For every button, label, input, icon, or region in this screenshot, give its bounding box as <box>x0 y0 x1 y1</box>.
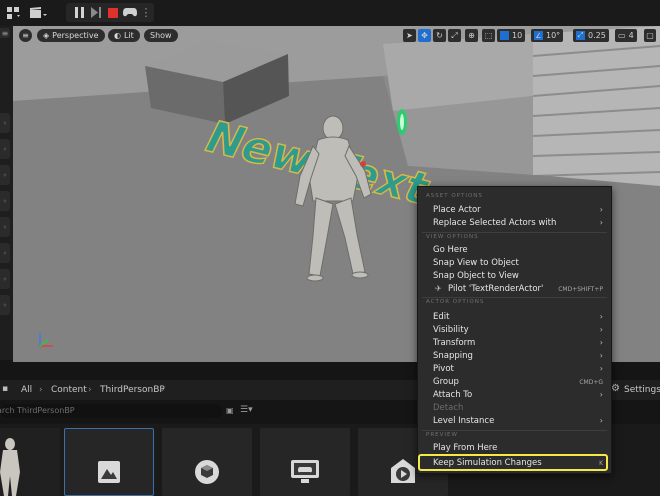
lit-button[interactable]: ◐ Lit <box>108 29 140 42</box>
surface-snap-icon[interactable]: ⬚ <box>482 29 495 42</box>
save-search-icon[interactable]: ▣ <box>226 406 234 415</box>
viewport-menu-icon[interactable]: ≡ <box>19 29 32 42</box>
filter-icon[interactable]: ☰▾ <box>240 405 253 415</box>
menu-item-snap-object-to-view[interactable]: Snap Object to View <box>433 271 519 281</box>
cube-icon <box>195 460 219 484</box>
maximize-icon[interactable]: ▢ <box>644 29 656 42</box>
divider <box>422 297 607 298</box>
menu-item-snapping[interactable]: Snapping <box>433 351 473 361</box>
chevron-right-icon: › <box>599 364 603 373</box>
texture-icon <box>98 461 120 483</box>
airplane-icon: ✈ <box>435 284 442 293</box>
skip-frame-icon[interactable] <box>89 4 103 21</box>
chevron-right-icon: › <box>599 416 603 425</box>
menu-item-attach-to[interactable]: Attach To <box>433 390 472 400</box>
scale-icon[interactable]: ⤢ <box>448 29 461 42</box>
chevron-right-icon: › <box>599 338 603 347</box>
menu-item-edit[interactable]: Edit <box>433 312 449 322</box>
content-drawer-icon[interactable] <box>2 4 26 21</box>
select-mode-icon[interactable]: ➤ <box>403 29 416 42</box>
section-header-preview: PREVIEW <box>426 432 458 438</box>
search-placeholder: Search ThirdPersonBP <box>0 406 75 415</box>
lit-icon: ◐ <box>114 31 121 40</box>
content-search-input[interactable]: Search ThirdPersonBP <box>0 404 222 418</box>
folder-icon[interactable]: ▪ <box>2 384 8 394</box>
mode-button[interactable]: ◦ <box>0 295 10 315</box>
mode-button[interactable]: ◦ <box>0 113 10 133</box>
camera-icon: ◈ <box>43 31 50 40</box>
settings-icon[interactable]: ⚙ <box>611 383 620 394</box>
grid-snap-icon <box>500 31 509 40</box>
asset-tile-mannequin[interactable] <box>0 428 60 496</box>
actor-context-menu: ASSET OPTIONS Place Actor › Replace Sele… <box>417 186 612 474</box>
grid-snap-button[interactable]: 10 <box>497 29 526 42</box>
video-camera-icon: ▭ <box>618 31 626 40</box>
camera-speed-button[interactable]: ▭ 4 <box>615 29 637 42</box>
asset-tile-static-mesh[interactable] <box>162 428 252 496</box>
show-button[interactable]: Show <box>144 29 178 42</box>
world-local-icon[interactable]: ⊕ <box>465 29 478 42</box>
play-controls: ⋮ <box>66 3 154 22</box>
menu-item-level-instance[interactable]: Level Instance <box>433 416 494 426</box>
menu-item-detach: Detach <box>433 403 464 413</box>
asset-tile-texture[interactable] <box>64 428 154 496</box>
mode-button[interactable]: ◦ <box>0 217 10 237</box>
mannequin-thumbnail-icon <box>0 438 20 496</box>
scale-snap-button[interactable]: ⤢ 0.25 <box>573 29 609 42</box>
mode-button[interactable]: ◦ <box>0 269 10 289</box>
breadcrumb-separator: › <box>161 385 165 395</box>
perspective-button[interactable]: ◈ Perspective <box>37 29 105 42</box>
rotate-icon[interactable]: ↻ <box>433 29 446 42</box>
chevron-right-icon: › <box>599 218 603 227</box>
chevron-right-icon: › <box>599 312 603 321</box>
breadcrumb-separator: › <box>88 385 92 395</box>
breadcrumb-content[interactable]: Content <box>51 385 87 395</box>
scale-snap-icon: ⤢ <box>576 31 585 40</box>
settings-button[interactable]: Settings <box>624 385 660 395</box>
rotation-snap-button[interactable]: ∠ 10° <box>531 29 564 42</box>
mode-button[interactable]: ◦ <box>0 243 10 263</box>
mode-button[interactable]: ◦ <box>0 191 10 211</box>
breadcrumb-thirdpersonbp[interactable]: ThirdPersonBP <box>100 385 165 395</box>
section-header-asset-options: ASSET OPTIONS <box>426 193 483 199</box>
play-house-icon <box>391 459 415 483</box>
menu-item-pilot-actor[interactable]: Pilot 'TextRenderActor' <box>448 284 543 294</box>
controller-icon[interactable] <box>122 4 138 21</box>
pilot-shortcut: CMD+SHIFT+P <box>558 286 603 293</box>
mode-button[interactable]: ◦ <box>0 139 10 159</box>
more-icon[interactable]: ⋮ <box>141 4 152 21</box>
collapse-icon[interactable]: ≡ <box>0 28 10 38</box>
rotation-snap-icon: ∠ <box>534 31 543 40</box>
chevron-right-icon: › <box>599 205 603 214</box>
translate-icon[interactable]: ✥ <box>418 29 431 42</box>
menu-item-replace-selected-actors[interactable]: Replace Selected Actors with <box>433 218 556 228</box>
menu-item-visibility[interactable]: Visibility <box>433 325 469 335</box>
section-header-actor-options: ACTOR OPTIONS <box>426 299 485 305</box>
section-header-view-options: VIEW OPTIONS <box>426 234 479 240</box>
menu-item-group[interactable]: Group <box>433 377 459 387</box>
left-tool-strip: ≡ ◦ ◦ ◦ ◦ ◦ ◦ ◦ ◦ <box>0 26 13 360</box>
divider <box>422 430 607 431</box>
stop-icon[interactable] <box>106 4 120 21</box>
highlight-box <box>418 454 608 471</box>
menu-item-snap-view-to-object[interactable]: Snap View to Object <box>433 258 519 268</box>
menu-item-place-actor[interactable]: Place Actor <box>433 205 481 215</box>
cinematics-icon[interactable] <box>28 4 50 21</box>
main-toolbar: ⋮ <box>0 0 660 26</box>
chevron-right-icon: › <box>599 390 603 399</box>
chevron-right-icon: › <box>599 325 603 334</box>
menu-item-go-here[interactable]: Go Here <box>433 245 468 255</box>
breadcrumb-separator: › <box>39 385 43 395</box>
menu-item-play-from-here[interactable]: Play From Here <box>433 443 497 453</box>
asset-tile-game-mode[interactable] <box>260 428 350 496</box>
game-mode-icon <box>291 460 319 483</box>
chevron-right-icon: › <box>599 351 603 360</box>
mode-button[interactable]: ◦ <box>0 165 10 185</box>
divider <box>422 232 607 233</box>
breadcrumb-all[interactable]: All <box>21 385 32 395</box>
menu-item-pivot[interactable]: Pivot <box>433 364 454 374</box>
pause-icon[interactable] <box>72 4 86 21</box>
group-shortcut: CMD+G <box>579 379 603 386</box>
menu-item-transform[interactable]: Transform <box>433 338 475 348</box>
